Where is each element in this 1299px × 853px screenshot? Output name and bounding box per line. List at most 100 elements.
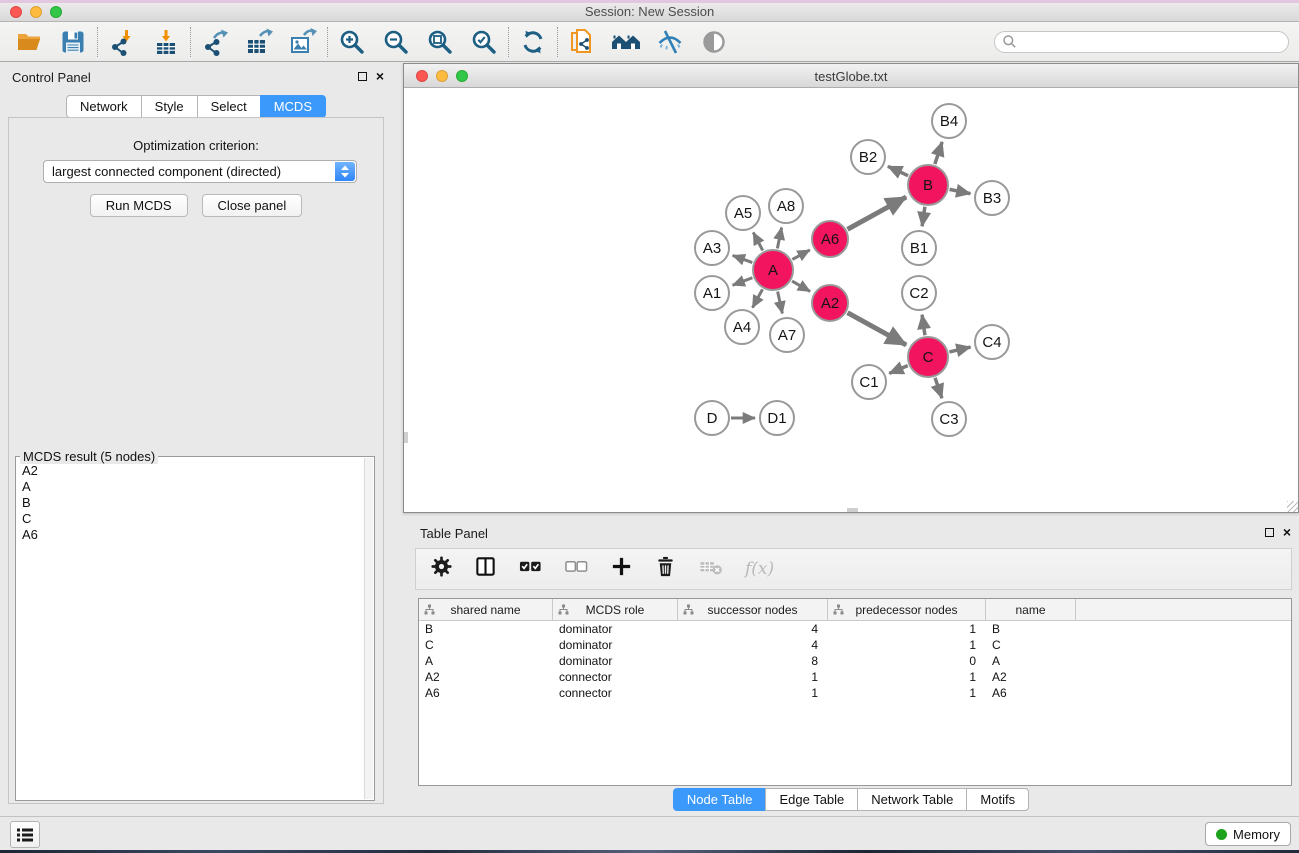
node-A6[interactable]: A6 xyxy=(812,221,848,257)
table-cell[interactable]: dominator xyxy=(553,637,678,653)
trash-icon[interactable] xyxy=(654,555,677,583)
network-window-titlebar[interactable]: testGlobe.txt xyxy=(404,64,1298,88)
eye-slash-icon[interactable] xyxy=(653,25,687,59)
run-mcds-button[interactable]: Run MCDS xyxy=(90,194,188,217)
table-cell[interactable]: B xyxy=(986,621,1076,637)
edge-A-A2[interactable] xyxy=(792,281,810,291)
node-D1[interactable]: D1 xyxy=(760,401,794,435)
frame-edge-grip[interactable] xyxy=(847,508,858,512)
node-C1[interactable]: C1 xyxy=(852,365,886,399)
zoom-selected-icon[interactable] xyxy=(467,25,501,59)
node-C4[interactable]: C4 xyxy=(975,325,1009,359)
table-cell[interactable]: 1 xyxy=(678,669,828,685)
edge-A2-C[interactable] xyxy=(848,313,907,345)
close-panel-button[interactable]: Close panel xyxy=(202,194,303,217)
edge-A-A4[interactable] xyxy=(753,289,763,307)
node-B2[interactable]: B2 xyxy=(851,140,885,174)
tab-style[interactable]: Style xyxy=(141,95,198,118)
node-A7[interactable]: A7 xyxy=(770,318,804,352)
node-A1[interactable]: A1 xyxy=(695,276,729,310)
network-canvas[interactable]: AA1A2A3A4A5A6A7A8BB1B2B3B4CC1C2C3C4DD1 xyxy=(404,88,1298,512)
table-cell[interactable]: A2 xyxy=(986,669,1076,685)
edge-A-A5[interactable] xyxy=(753,232,763,250)
table-row[interactable]: A2connector11A2 xyxy=(419,669,1291,685)
edge-C-C1[interactable] xyxy=(889,366,907,374)
export-network-icon[interactable] xyxy=(198,25,232,59)
table-cell[interactable]: C xyxy=(986,637,1076,653)
float-panel-icon[interactable] xyxy=(358,72,367,81)
edge-A-A6[interactable] xyxy=(792,250,809,260)
table-row[interactable]: Bdominator41B xyxy=(419,621,1291,637)
table-row[interactable]: Cdominator41C xyxy=(419,637,1291,653)
table-cell[interactable]: 1 xyxy=(678,685,828,701)
zoom-out-icon[interactable] xyxy=(379,25,413,59)
tab-select[interactable]: Select xyxy=(197,95,261,118)
node-A8[interactable]: A8 xyxy=(769,189,803,223)
edge-A-A7[interactable] xyxy=(778,292,783,314)
function-builder-icon[interactable]: f(x) xyxy=(745,559,774,579)
column-layout-icon[interactable] xyxy=(474,555,497,583)
save-icon[interactable] xyxy=(56,25,90,59)
node-A5[interactable]: A5 xyxy=(726,196,760,230)
deselect-all-checkboxes-icon[interactable] xyxy=(564,555,589,583)
node-C3[interactable]: C3 xyxy=(932,402,966,436)
mcds-result-list[interactable]: A2ABCA6 xyxy=(17,463,363,798)
table-cell[interactable]: 4 xyxy=(678,621,828,637)
memory-button[interactable]: Memory xyxy=(1205,822,1291,846)
node-B1[interactable]: B1 xyxy=(902,231,936,265)
edge-A-A1[interactable] xyxy=(733,278,753,285)
table-cell[interactable]: B xyxy=(419,621,553,637)
table-cell[interactable]: C xyxy=(419,637,553,653)
node-B[interactable]: B xyxy=(908,165,948,205)
node-A4[interactable]: A4 xyxy=(725,310,759,344)
column-header-successor-nodes[interactable]: successor nodes xyxy=(678,599,828,620)
zoom-fit-icon[interactable] xyxy=(423,25,457,59)
import-network-icon[interactable] xyxy=(105,25,139,59)
add-column-icon[interactable] xyxy=(610,555,633,583)
table-cell[interactable]: A6 xyxy=(419,685,553,701)
network-graph[interactable]: AA1A2A3A4A5A6A7A8BB1B2B3B4CC1C2C3C4DD1 xyxy=(404,88,1298,512)
column-header-predecessor-nodes[interactable]: predecessor nodes xyxy=(828,599,986,620)
eye-icon[interactable] xyxy=(697,25,731,59)
table-cell[interactable]: A6 xyxy=(986,685,1076,701)
tab-mcds[interactable]: MCDS xyxy=(260,95,326,118)
table-cell[interactable]: A xyxy=(986,653,1076,669)
node-C[interactable]: C xyxy=(908,337,948,377)
table-cell[interactable]: 8 xyxy=(678,653,828,669)
node-A3[interactable]: A3 xyxy=(695,231,729,265)
edge-B-B3[interactable] xyxy=(950,189,971,193)
tab-edge-table[interactable]: Edge Table xyxy=(765,788,858,811)
table-cell[interactable]: dominator xyxy=(553,653,678,669)
frame-edge-grip[interactable] xyxy=(404,432,408,443)
table-delete-icon[interactable] xyxy=(698,555,724,583)
edge-A-A3[interactable] xyxy=(733,255,753,262)
double-home-icon[interactable] xyxy=(609,25,643,59)
table-row[interactable]: A6connector11A6 xyxy=(419,685,1291,701)
table-cell[interactable]: 1 xyxy=(828,669,986,685)
gear-icon[interactable] xyxy=(430,555,453,583)
document-network-icon[interactable] xyxy=(565,25,599,59)
table-cell[interactable]: 1 xyxy=(828,685,986,701)
edge-A6-B[interactable] xyxy=(848,197,907,229)
tab-node-table[interactable]: Node Table xyxy=(673,788,767,811)
table-cell[interactable]: 1 xyxy=(828,637,986,653)
edge-C-C4[interactable] xyxy=(949,347,970,352)
import-table-icon[interactable] xyxy=(149,25,183,59)
table-cell[interactable]: 4 xyxy=(678,637,828,653)
table-cell[interactable]: dominator xyxy=(553,621,678,637)
mcds-result-item[interactable]: A2 xyxy=(17,463,363,479)
task-list-button[interactable] xyxy=(10,821,40,848)
table-cell[interactable]: A2 xyxy=(419,669,553,685)
edge-B-B4[interactable] xyxy=(935,142,942,164)
zoom-in-icon[interactable] xyxy=(335,25,369,59)
node-B3[interactable]: B3 xyxy=(975,181,1009,215)
search-input[interactable] xyxy=(1022,35,1288,49)
node-A2[interactable]: A2 xyxy=(812,285,848,321)
node-B4[interactable]: B4 xyxy=(932,104,966,138)
close-panel-icon[interactable]: × xyxy=(376,70,384,82)
table-cell[interactable]: connector xyxy=(553,669,678,685)
column-header-shared-name[interactable]: shared name xyxy=(419,599,553,620)
close-table-panel-icon[interactable]: × xyxy=(1283,526,1291,538)
node-D[interactable]: D xyxy=(695,401,729,435)
table-cell[interactable]: connector xyxy=(553,685,678,701)
